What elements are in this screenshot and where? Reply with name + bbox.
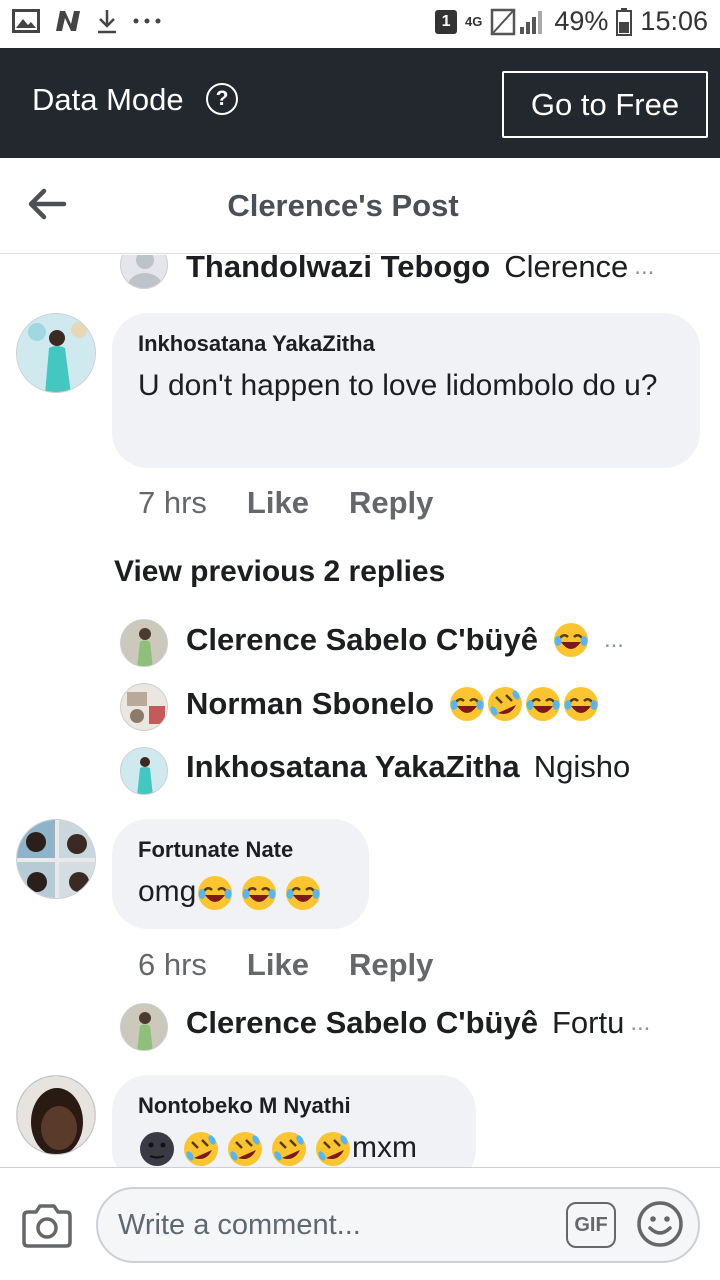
- post-header: Clerence's Post: [0, 158, 720, 254]
- camera-icon[interactable]: [20, 1202, 74, 1250]
- battery-percent: 49%: [554, 6, 609, 36]
- data-mode-label: Data Mode: [32, 82, 184, 117]
- gif-button[interactable]: GIF: [566, 1202, 616, 1248]
- comment-text: mxm: [138, 1130, 417, 1167]
- avatar[interactable]: [120, 683, 168, 731]
- laughing-emoji-icon: [524, 685, 562, 723]
- reply-ellipsis: ...: [634, 255, 655, 280]
- reply-author[interactable]: Clerence Sabelo C'büyê: [186, 622, 538, 658]
- rolling-laughing-emoji-icon: [182, 1130, 220, 1167]
- avatar[interactable]: [120, 1003, 168, 1051]
- laughing-emoji-icon: [562, 685, 600, 723]
- rolling-laughing-emoji-icon: [486, 685, 524, 723]
- comment-composer: GIF: [0, 1167, 720, 1280]
- comments-feed[interactable]: Thandolwazi Tebogo Clerence ... Inkhosat…: [0, 255, 720, 1167]
- laughing-emoji-icon: [196, 874, 234, 912]
- emoji-icon[interactable]: [636, 1200, 684, 1248]
- status-bar: 1 4G 49% 15:06: [0, 0, 720, 48]
- comment-actions: 7 hrs Like Reply: [138, 485, 433, 521]
- data-mode-bar: Data Mode ? Go to Free: [0, 48, 720, 158]
- reply-preview[interactable]: Clerence Sabelo C'büyê Fortu ...: [186, 1005, 650, 1041]
- comment-bubble[interactable]: Inkhosatana YakaZitha U don't happen to …: [112, 313, 700, 468]
- comment-bubble[interactable]: Fortunate Nate omg: [112, 819, 369, 929]
- network-type: 4G: [465, 13, 483, 29]
- avatar[interactable]: [120, 619, 168, 667]
- rolling-laughing-emoji-icon: [226, 1130, 264, 1167]
- comment-time: 6 hrs: [138, 947, 207, 982]
- laughing-emoji-icon: [448, 685, 486, 723]
- reply-text: Clerence: [504, 255, 629, 284]
- clock: 15:06: [640, 6, 708, 36]
- reply-ellipsis: ...: [630, 1009, 651, 1036]
- like-button[interactable]: Like: [247, 485, 309, 521]
- reply-author[interactable]: Thandolwazi Tebogo: [186, 255, 490, 285]
- comment-time: 7 hrs: [138, 485, 207, 520]
- page-title: Clerence's Post: [227, 188, 459, 223]
- comment-text-body: omg: [138, 875, 197, 908]
- comment-author[interactable]: Inkhosatana YakaZitha: [138, 331, 674, 357]
- comment-text-body: mxm: [352, 1131, 417, 1164]
- laughing-emoji-icon: [240, 874, 278, 912]
- reply-ellipsis: ...: [603, 626, 624, 653]
- reply-button[interactable]: Reply: [349, 947, 433, 983]
- reply-preview[interactable]: Thandolwazi Tebogo Clerence ...: [186, 255, 654, 285]
- gallery-icon: [12, 9, 40, 33]
- go-to-free-button[interactable]: Go to Free: [502, 71, 708, 138]
- network-label: 4G: [465, 13, 483, 29]
- new-moon-face-emoji-icon: [138, 1130, 176, 1167]
- avatar[interactable]: [16, 1075, 96, 1155]
- signal-icon: [491, 8, 543, 35]
- rolling-laughing-emoji-icon: [314, 1130, 352, 1167]
- reply-preview[interactable]: Norman Sbonelo: [186, 685, 600, 723]
- comment-actions: 6 hrs Like Reply: [138, 947, 433, 983]
- laughing-emoji-icon: [284, 874, 322, 912]
- comment-text: U don't happen to love lidombolo do u?: [138, 369, 658, 402]
- status-left-icons: [12, 8, 162, 34]
- n-icon: [56, 11, 80, 31]
- more-icon: [133, 18, 161, 24]
- sim-badge: 1: [435, 9, 458, 34]
- comment-author[interactable]: Fortunate Nate: [138, 837, 343, 863]
- laughing-emoji-icon: [552, 621, 590, 659]
- avatar[interactable]: [16, 819, 96, 899]
- reply-author[interactable]: Inkhosatana YakaZitha: [186, 749, 520, 785]
- reply-preview[interactable]: Inkhosatana YakaZitha Ngisho: [186, 749, 630, 785]
- comment-text: omg: [138, 875, 322, 911]
- reply-author[interactable]: Norman Sbonelo: [186, 686, 434, 722]
- reply-text: Fortu: [551, 1005, 625, 1040]
- reply-button[interactable]: Reply: [349, 485, 433, 521]
- avatar[interactable]: [120, 255, 168, 289]
- rolling-laughing-emoji-icon: [270, 1130, 308, 1167]
- reply-text: Ngisho: [533, 749, 631, 784]
- avatar[interactable]: [120, 747, 168, 795]
- reply-author[interactable]: Clerence Sabelo C'büyê: [186, 1005, 538, 1041]
- view-previous-replies-link[interactable]: View previous 2 replies: [114, 555, 445, 589]
- comment-bubble[interactable]: Nontobeko M Nyathi mxm: [112, 1075, 476, 1167]
- battery-icon: [616, 7, 633, 36]
- comment-author[interactable]: Nontobeko M Nyathi: [138, 1093, 450, 1119]
- reply-preview[interactable]: Clerence Sabelo C'büyê ...: [186, 621, 624, 659]
- like-button[interactable]: Like: [247, 947, 309, 983]
- avatar[interactable]: [16, 313, 96, 393]
- help-icon[interactable]: ?: [206, 83, 238, 115]
- status-right-icons: 1 4G 49% 15:06: [435, 6, 708, 37]
- download-icon: [98, 10, 116, 34]
